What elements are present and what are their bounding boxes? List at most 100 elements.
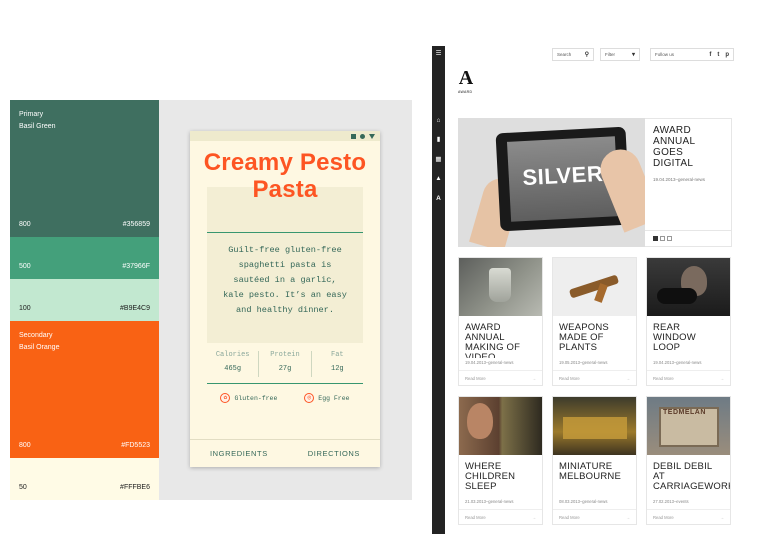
read-more-link[interactable]: Read More → xyxy=(553,509,636,524)
news-title[interactable]: REAR WINDOW LOOP xyxy=(647,316,730,358)
feature-title[interactable]: AWARD ANNUAL GOES DIGITAL xyxy=(645,119,731,169)
award-logo[interactable]: A xyxy=(456,68,476,88)
secondary-subtitle: Basil Orange xyxy=(19,344,60,351)
pager-dot[interactable] xyxy=(660,236,665,241)
diet-tags: ✿ Gluten-free ◎ Egg Free xyxy=(207,393,363,403)
read-more-label: Read More xyxy=(653,515,674,520)
top-controls: Search ⚲ Filter ▾ Follow us f t p xyxy=(552,48,734,61)
tag-label: Egg Free xyxy=(318,394,350,402)
read-more-link[interactable]: Read More → xyxy=(647,370,730,385)
stat-calories: Calories 465g xyxy=(207,351,260,377)
news-thumbnail[interactable] xyxy=(459,397,542,455)
primary-title: Primary xyxy=(19,111,44,118)
stat-label: Calories xyxy=(215,351,250,359)
bookmark-icon[interactable]: ▮ xyxy=(432,135,445,145)
news-card[interactable]: MINIATURE MELBOURNE 08.03.2013–general-n… xyxy=(552,396,637,525)
feature-pager xyxy=(645,230,731,246)
news-meta: 08.03.2013–general-news xyxy=(559,499,608,504)
swatch-shade: 50 xyxy=(19,484,27,491)
news-title[interactable]: WEAPONS MADE OF PLANTS xyxy=(553,316,636,358)
tab-directions[interactable]: DIRECTIONS xyxy=(308,449,360,458)
swatch-secondary-800: Secondary Basil Orange 800 #FD5523 xyxy=(10,321,159,458)
graduation-icon[interactable]: ▲ xyxy=(432,174,445,184)
tab-ingredients[interactable]: INGREDIENTS xyxy=(210,449,268,458)
award-icon[interactable]: A xyxy=(432,194,445,204)
news-card[interactable]: TEDMELAN DEBIL DEBIL AT CARRIAGEWORKS 27… xyxy=(646,396,731,525)
circle-icon[interactable] xyxy=(360,133,365,139)
basil-material-panel: Primary Basil Green 800 #356859 500 #379… xyxy=(10,100,412,500)
facebook-icon[interactable]: f xyxy=(709,52,711,58)
primary-subtitle: Basil Green xyxy=(19,123,56,130)
news-thumbnail[interactable] xyxy=(647,258,730,316)
nutrition-stats: Calories 465g Protein 27g Fat 12g xyxy=(207,351,363,377)
mural-text: TEDMELAN xyxy=(663,409,706,416)
triangle-down-icon[interactable] xyxy=(369,133,375,139)
read-more-label: Read More xyxy=(653,376,674,381)
news-meta: 19.05.2013–general-news xyxy=(559,360,608,365)
news-title[interactable]: AWARD ANNUAL MAKING OF VIDEO xyxy=(459,316,542,359)
news-card[interactable]: AWARD ANNUAL MAKING OF VIDEO 19.04.2013–… xyxy=(458,257,543,386)
swatch-shade: 100 xyxy=(19,305,31,312)
pager-dot[interactable] xyxy=(653,236,658,241)
news-thumbnail[interactable] xyxy=(553,258,636,316)
arrow-right-icon: → xyxy=(625,376,630,381)
feature-image[interactable]: SILVER xyxy=(458,118,645,247)
twitter-icon[interactable]: t xyxy=(717,52,719,58)
read-more-link[interactable]: Read More → xyxy=(553,370,636,385)
recipe-description: Guilt-free gluten-free spaghetti pasta i… xyxy=(223,245,347,315)
recipe-tabs: INGREDIENTS DIRECTIONS xyxy=(190,439,380,467)
stat-label: Fat xyxy=(331,351,344,359)
swatch-hex: #FFFBE6 xyxy=(120,484,150,491)
pager-dot[interactable] xyxy=(667,236,672,241)
news-title[interactable]: MINIATURE MELBOURNE xyxy=(553,455,636,497)
search-input[interactable]: Search ⚲ xyxy=(552,48,594,61)
news-thumbnail[interactable] xyxy=(459,258,542,316)
side-rail: ☰ ⌂ ▮ ▦ ▲ A xyxy=(432,46,445,534)
read-more-link[interactable]: Read More → xyxy=(647,509,730,524)
swatch-primary-500: 500 #37966F xyxy=(10,237,159,279)
search-label: Search xyxy=(557,52,572,57)
filter-select[interactable]: Filter ▾ xyxy=(600,48,640,61)
swatch-shade: 800 xyxy=(19,442,31,449)
news-title[interactable]: WHERE CHILDREN SLEEP xyxy=(459,455,542,497)
description-box: Guilt-free gluten-free spaghetti pasta i… xyxy=(207,233,363,343)
square-icon[interactable] xyxy=(351,133,356,139)
feature-meta: 19.04.2013–general-news xyxy=(653,177,706,182)
swatch-hex: #B9E4C9 xyxy=(120,305,150,312)
swatch-hex: #356859 xyxy=(122,221,150,228)
tag-label: Gluten-free xyxy=(234,394,278,402)
news-meta: 19.04.2013–general-news xyxy=(465,360,514,365)
recipe-card: Creamy Pesto Pasta Guilt-free gluten-fre… xyxy=(190,131,380,467)
wheat-icon: ✿ xyxy=(220,393,231,403)
swatch-primary-100: 100 #B9E4C9 xyxy=(10,279,159,321)
egg-icon: ◎ xyxy=(304,393,315,403)
logo-wordmark: AWARD xyxy=(458,90,473,94)
news-card[interactable]: WHERE CHILDREN SLEEP 21.03.2013–general-… xyxy=(458,396,543,525)
swatch-surface-50: 50 #FFFBE6 xyxy=(10,458,159,500)
tag-egg-free: ◎ Egg Free xyxy=(304,393,350,403)
search-icon[interactable]: ⚲ xyxy=(585,52,589,58)
menu-icon[interactable]: ☰ xyxy=(432,49,445,59)
news-card[interactable]: REAR WINDOW LOOP 19.04.2013–general-news… xyxy=(646,257,731,386)
arrow-right-icon: → xyxy=(625,515,630,520)
read-more-label: Read More xyxy=(465,376,486,381)
filter-label: Filter xyxy=(605,52,615,57)
news-title[interactable]: DEBIL DEBIL AT CARRIAGEWORKS xyxy=(647,455,730,497)
pinterest-icon[interactable]: p xyxy=(725,52,729,58)
card-status-bar xyxy=(190,131,380,141)
feature-article[interactable]: AWARD ANNUAL GOES DIGITAL 19.04.2013–gen… xyxy=(645,118,732,247)
divider xyxy=(207,383,363,384)
stat-label: Protein xyxy=(270,351,300,359)
news-thumbnail[interactable]: TEDMELAN xyxy=(647,397,730,455)
news-card[interactable]: WEAPONS MADE OF PLANTS 19.05.2013–genera… xyxy=(552,257,637,386)
read-more-label: Read More xyxy=(559,376,580,381)
news-thumbnail[interactable] xyxy=(553,397,636,455)
swatch-shade: 800 xyxy=(19,221,31,228)
arrow-right-icon: → xyxy=(719,515,724,520)
read-more-label: Read More xyxy=(465,515,486,520)
primary-label: Primary Basil Green xyxy=(19,109,56,133)
calendar-icon[interactable]: ▦ xyxy=(432,155,445,165)
read-more-link[interactable]: Read More → xyxy=(459,509,542,524)
home-icon[interactable]: ⌂ xyxy=(432,116,445,126)
read-more-link[interactable]: Read More → xyxy=(459,370,542,385)
